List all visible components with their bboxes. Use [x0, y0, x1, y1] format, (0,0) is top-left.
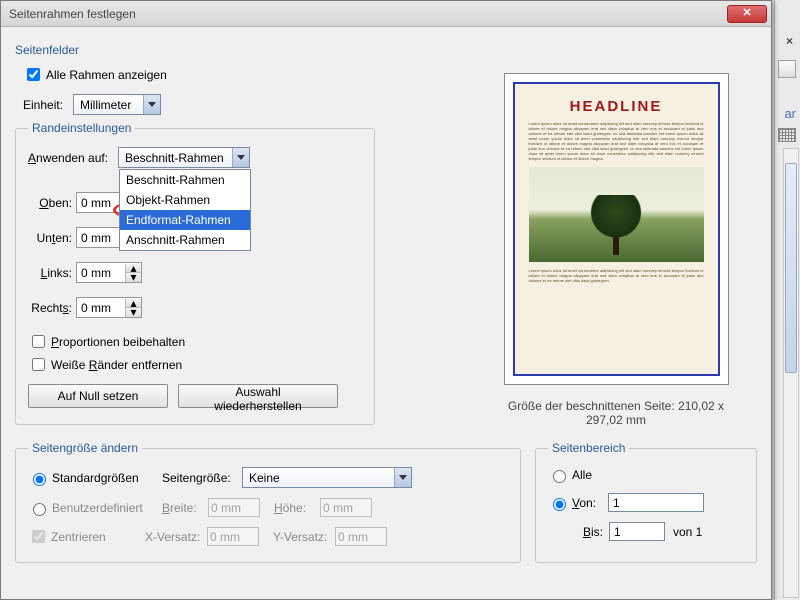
keep-proportions-checkbox[interactable]: [32, 335, 45, 348]
height-field: [320, 498, 372, 517]
top-label: Oben:: [28, 196, 72, 210]
width-label: Breite:: [162, 501, 204, 515]
panel-expand-icon[interactable]: [778, 60, 796, 78]
standard-sizes-radio[interactable]: [33, 473, 46, 486]
pagesize-value: Keine: [249, 471, 280, 485]
remove-white-margins-label: Weiße Ränder entfernen: [51, 358, 182, 372]
width-field: [208, 498, 260, 517]
remove-white-margins-checkbox[interactable]: [32, 358, 45, 371]
apply-to-value: Beschnitt-Rahmen: [125, 151, 224, 165]
close-button[interactable]: ✕: [727, 5, 767, 23]
apply-to-dropdown: Beschnitt-Rahmen Objekt-Rahmen Endformat…: [119, 169, 251, 251]
pagesize-combo[interactable]: Keine: [242, 467, 412, 488]
dropdown-option[interactable]: Anschnitt-Rahmen: [120, 230, 250, 250]
height-label: Höhe:: [274, 501, 316, 515]
side-scrollbar[interactable]: [783, 148, 799, 598]
dialog-window: Seitenrahmen festlegen ✕ Seitenfelder Al…: [0, 0, 772, 600]
section-seitenfelder: Seitenfelder: [15, 43, 757, 57]
xoffset-label: X-Versatz:: [145, 530, 203, 544]
dropdown-option[interactable]: Objekt-Rahmen: [120, 190, 250, 210]
reset-button[interactable]: Auf Null setzen: [28, 384, 168, 408]
range-to-field[interactable]: [609, 522, 665, 541]
page-preview: HEADLINE Lorem ipsum dolor sit amet cons…: [497, 73, 735, 427]
spin-down-icon[interactable]: ▾: [125, 273, 141, 282]
right-stepper[interactable]: ▴▾: [76, 297, 142, 318]
range-from-label: Von:: [572, 496, 608, 510]
range-from-field[interactable]: [608, 493, 704, 512]
range-to-label: Bis:: [567, 525, 603, 539]
range-from-radio[interactable]: [553, 498, 566, 511]
restore-button[interactable]: Auswahl wiederherstellen: [178, 384, 338, 408]
dropdown-option-selected[interactable]: Endformat-Rahmen: [120, 210, 250, 230]
spin-down-icon[interactable]: ▾: [125, 308, 141, 317]
titlebar: Seitenrahmen festlegen ✕: [1, 1, 771, 27]
preview-size-caption: Größe der beschnittenen Seite: 210,02 x …: [497, 399, 735, 427]
range-legend: Seitenbereich: [548, 441, 629, 455]
range-all-radio[interactable]: [553, 470, 566, 483]
preview-text: Lorem ipsum dolor sit amet consectetur a…: [529, 121, 704, 161]
bottom-label: Unten:: [28, 231, 72, 245]
standard-sizes-label: Standardgrößen: [52, 471, 162, 485]
center-label: Zentrieren: [51, 530, 145, 544]
show-all-frames-checkbox[interactable]: [27, 68, 40, 81]
right-tool-strip: × ar: [774, 0, 800, 600]
resize-legend: Seitengröße ändern: [28, 441, 142, 455]
xoffset-field: [207, 527, 259, 546]
range-of-label: von 1: [673, 525, 702, 539]
margins-legend: Randeinstellungen: [28, 121, 135, 135]
chevron-down-icon: [143, 95, 160, 114]
preview-headline: HEADLINE: [570, 98, 663, 115]
keep-proportions-label: Proportionen beibehalten: [51, 335, 185, 349]
apply-to-combo[interactable]: Beschnitt-Rahmen Beschnitt-Rahmen Objekt…: [118, 147, 250, 168]
unit-value: Millimeter: [80, 98, 131, 112]
apply-to-label: Anwenden auf:: [28, 151, 114, 165]
left-stepper[interactable]: ▴▾: [76, 262, 142, 283]
show-all-frames-label: Alle Rahmen anzeigen: [46, 68, 167, 82]
left-label: Links:: [28, 266, 72, 280]
preview-text: Lorem ipsum dolor sit amet consectetur a…: [529, 268, 704, 283]
chevron-down-icon: [394, 468, 411, 487]
pagesize-label: Seitengröße:: [162, 471, 238, 485]
dropdown-option[interactable]: Beschnitt-Rahmen: [120, 170, 250, 190]
range-all-label: Alle: [572, 468, 592, 482]
chevron-down-icon: [232, 148, 249, 167]
center-checkbox: [32, 530, 45, 543]
window-title: Seitenrahmen festlegen: [9, 7, 727, 21]
custom-label: Benutzerdefiniert: [52, 501, 162, 515]
preview-image: [529, 167, 704, 262]
custom-radio[interactable]: [33, 503, 46, 516]
yoffset-label: Y-Versatz:: [273, 530, 331, 544]
yoffset-field: [335, 527, 387, 546]
grid-icon[interactable]: [778, 128, 796, 142]
unit-combo[interactable]: Millimeter: [73, 94, 161, 115]
right-label: Rechts:: [28, 301, 72, 315]
unit-label: Einheit:: [23, 98, 69, 112]
panel-close-icon[interactable]: ×: [786, 34, 793, 48]
side-label-ar: ar: [784, 106, 796, 121]
